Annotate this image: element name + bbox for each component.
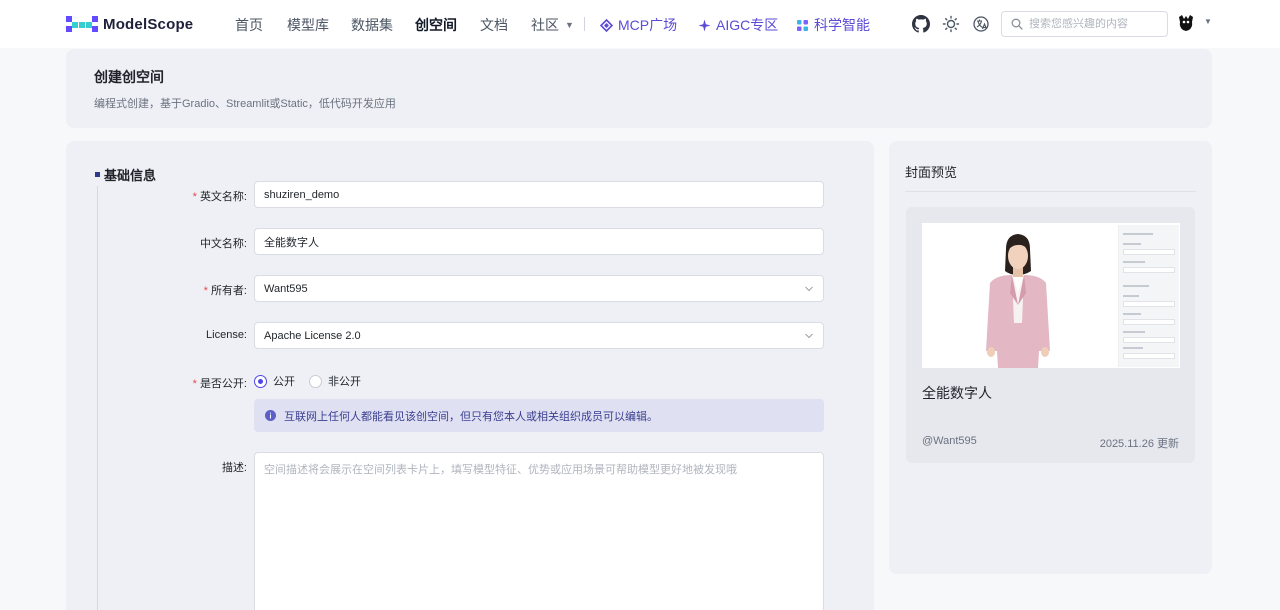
required-mark: * bbox=[192, 191, 197, 203]
sparkle-icon bbox=[698, 19, 711, 32]
thumb-box bbox=[1123, 319, 1175, 325]
nav-aigc-label: AIGC专区 bbox=[716, 17, 779, 33]
thumb-line bbox=[1123, 243, 1141, 245]
thumb-box bbox=[1123, 301, 1175, 307]
page-subtitle: 编程式创建，基于Gradio、Streamlit或Static，低代码开发应用 bbox=[94, 98, 396, 110]
theme-sun-icon[interactable] bbox=[942, 15, 960, 33]
thumb-line bbox=[1123, 347, 1143, 349]
language-icon[interactable] bbox=[972, 15, 990, 33]
digital-human-figure bbox=[922, 223, 1118, 368]
search-box[interactable] bbox=[1001, 11, 1168, 37]
section-bullet-icon bbox=[95, 172, 100, 177]
section-title: 基础信息 bbox=[95, 165, 156, 184]
owner-label: * 所有者: bbox=[204, 282, 247, 298]
description-textarea[interactable] bbox=[254, 452, 824, 610]
chevron-down-icon bbox=[805, 333, 813, 339]
visibility-info-text: 互联网上任何人都能看见该创空间，但只有您本人或相关组织成员可以编辑。 bbox=[284, 410, 658, 423]
info-icon bbox=[265, 410, 276, 421]
english-name-label: * 英文名称: bbox=[193, 188, 247, 204]
radio-public-label: 公开 bbox=[273, 376, 295, 388]
chevron-down-icon bbox=[805, 286, 813, 292]
required-mark: * bbox=[203, 285, 208, 297]
radio-private[interactable] bbox=[309, 374, 322, 388]
license-label: License: bbox=[206, 329, 247, 341]
preview-card-owner: @Want595 bbox=[922, 435, 977, 447]
search-icon bbox=[1011, 18, 1023, 30]
thumb-box bbox=[1123, 249, 1175, 255]
search-input[interactable] bbox=[1029, 18, 1164, 30]
nav-divider bbox=[584, 17, 585, 31]
page-title: 创建创空间 bbox=[94, 69, 164, 85]
page-header: 创建创空间 编程式创建，基于Gradio、Streamlit或Static，低代… bbox=[66, 49, 1212, 128]
preview-divider bbox=[905, 191, 1196, 192]
license-value: Apache License 2.0 bbox=[264, 329, 361, 342]
thumbnail-settings-panel bbox=[1118, 225, 1179, 367]
chevron-down-icon: ▼ bbox=[565, 20, 574, 30]
preview-card-name: 全能数字人 bbox=[922, 385, 992, 401]
visibility-public-option[interactable]: 公开 bbox=[254, 373, 295, 389]
mcp-diamond-icon bbox=[600, 19, 613, 32]
github-icon[interactable] bbox=[912, 15, 930, 33]
radio-private-label: 非公开 bbox=[328, 376, 361, 388]
nav-community[interactable]: 社区 ▼ bbox=[531, 15, 574, 35]
thumb-line bbox=[1123, 233, 1153, 235]
description-label: 描述: bbox=[221, 462, 247, 474]
modelscope-logo-icon bbox=[66, 16, 98, 32]
nav-aigc[interactable]: AIGC专区 bbox=[698, 15, 778, 35]
nav-models[interactable]: 模型库 bbox=[287, 15, 329, 35]
visibility-label-text: 是否公开: bbox=[199, 378, 247, 390]
logo-text: ModelScope bbox=[103, 15, 194, 33]
basic-info-form: 基础信息 * 英文名称: shuziren_demo 中文名称: 全能数字人 * 所… bbox=[66, 141, 874, 610]
section-guide-line bbox=[97, 186, 98, 610]
thumb-box bbox=[1123, 353, 1175, 359]
thumb-line bbox=[1123, 295, 1139, 297]
thumb-box bbox=[1123, 267, 1175, 273]
thumb-line bbox=[1123, 261, 1145, 263]
english-name-field[interactable]: shuziren_demo bbox=[254, 181, 824, 208]
section-title-text: 基础信息 bbox=[104, 168, 157, 183]
owner-select[interactable]: Want595 bbox=[254, 275, 824, 302]
license-select[interactable]: Apache License 2.0 bbox=[254, 322, 824, 349]
nav-studios[interactable]: 创空间 bbox=[415, 15, 457, 35]
modelscope-logo[interactable]: ModelScope bbox=[66, 14, 193, 34]
nav-science-label: 科学智能 bbox=[814, 17, 870, 33]
nav-docs[interactable]: 文档 bbox=[480, 15, 508, 35]
visibility-private-option[interactable]: 非公开 bbox=[309, 373, 361, 389]
avatar-chevron-down-icon[interactable]: ▼ bbox=[1204, 17, 1212, 26]
nav-mcp-label: MCP广场 bbox=[618, 17, 678, 33]
nav-community-label: 社区 bbox=[531, 17, 559, 33]
visibility-info-alert: 互联网上任何人都能看见该创空间，但只有您本人或相关组织成员可以编辑。 bbox=[254, 399, 824, 432]
preview-title: 封面预览 bbox=[905, 165, 958, 180]
science-icon bbox=[797, 20, 808, 31]
owner-value: Want595 bbox=[264, 282, 308, 295]
thumb-line bbox=[1123, 285, 1149, 287]
thumb-line bbox=[1123, 313, 1141, 315]
nav-home[interactable]: 首页 bbox=[235, 15, 263, 35]
thumb-line bbox=[1123, 331, 1145, 333]
visibility-radio-group: 公开 非公开 bbox=[254, 373, 375, 389]
top-nav: ModelScope 首页 模型库 数据集 创空间 文档 社区 ▼ MCP广场 A… bbox=[0, 0, 1280, 48]
cover-preview-panel: 封面预览 全能数字人 @Want595 2025.11.26 更新 bbox=[889, 141, 1212, 574]
owner-label-text: 所有者: bbox=[210, 285, 247, 297]
english-name-label-text: 英文名称: bbox=[199, 191, 247, 203]
nav-datasets[interactable]: 数据集 bbox=[351, 15, 393, 35]
visibility-label: * 是否公开: bbox=[193, 375, 247, 391]
studio-preview-card[interactable]: 全能数字人 @Want595 2025.11.26 更新 bbox=[906, 207, 1195, 463]
nav-mcp[interactable]: MCP广场 bbox=[600, 15, 677, 35]
required-mark: * bbox=[192, 378, 197, 390]
preview-card-date: 2025.11.26 更新 bbox=[1099, 438, 1179, 450]
chinese-name-field[interactable]: 全能数字人 bbox=[254, 228, 824, 255]
user-avatar[interactable] bbox=[1176, 13, 1196, 33]
nav-science[interactable]: 科学智能 bbox=[796, 15, 870, 35]
thumb-box bbox=[1123, 337, 1175, 343]
cover-thumbnail bbox=[922, 223, 1180, 368]
radio-public[interactable] bbox=[254, 374, 267, 388]
chinese-name-label: 中文名称: bbox=[199, 238, 247, 250]
